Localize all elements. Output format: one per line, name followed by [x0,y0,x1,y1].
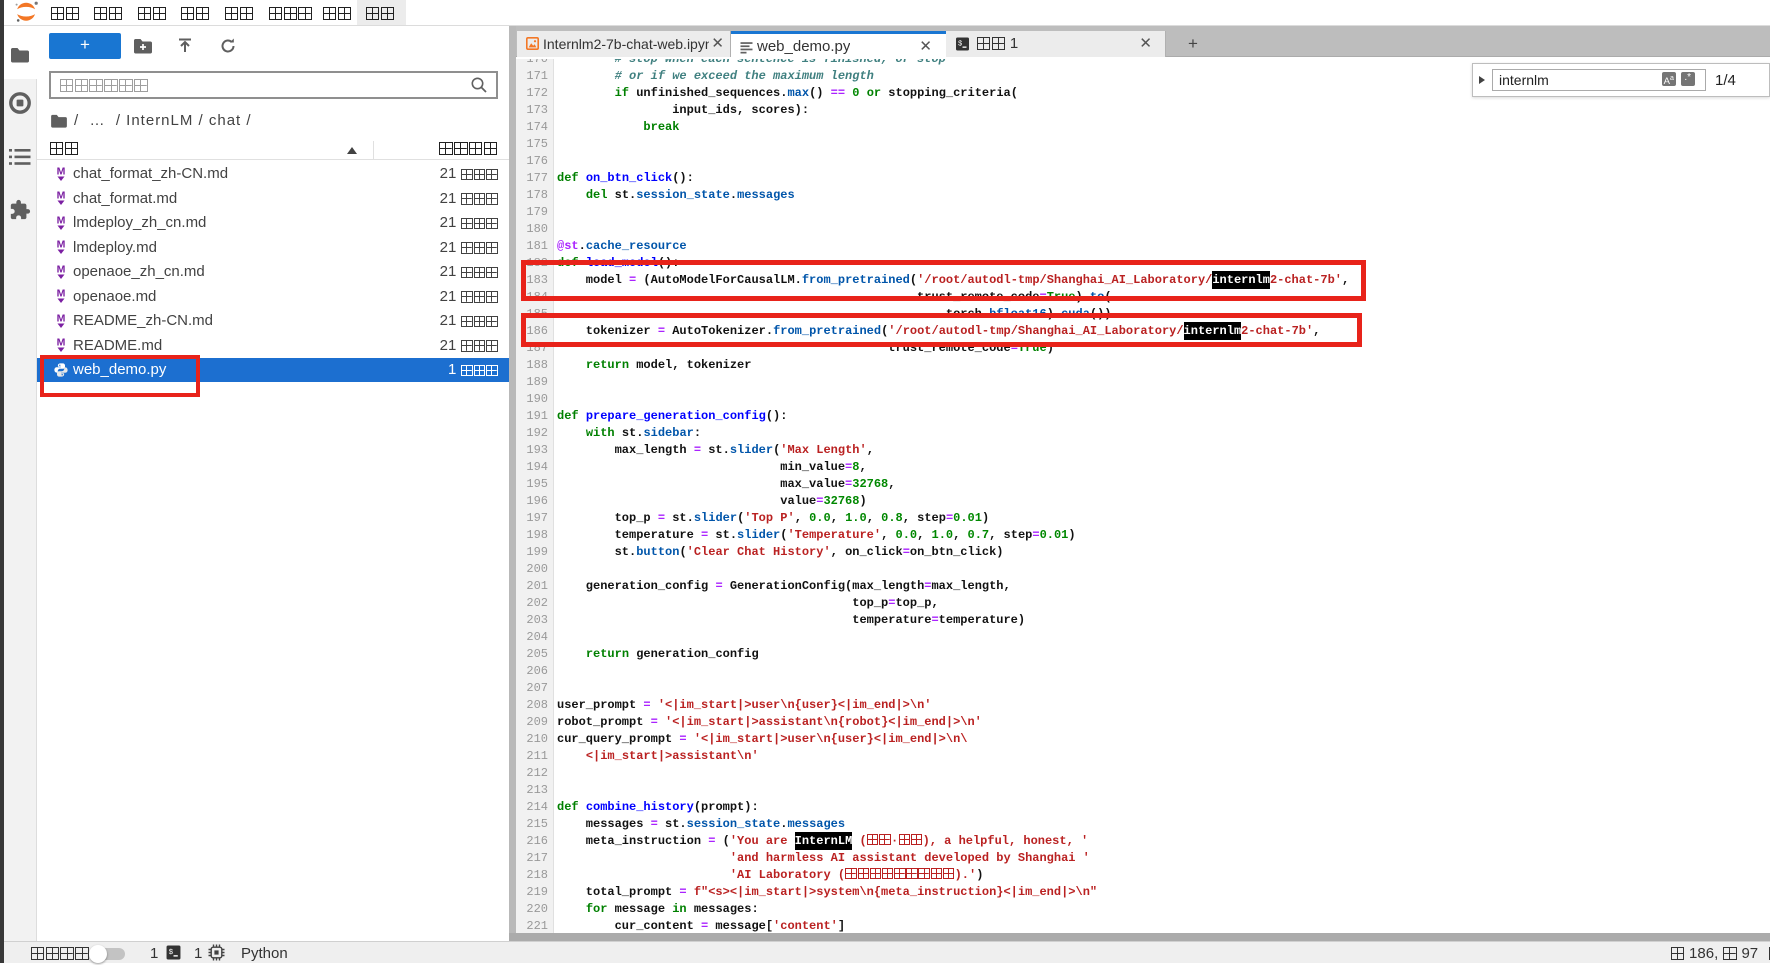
svg-text:M: M [57,337,66,349]
svg-text:M: M [57,313,66,325]
svg-text:$: $ [169,949,174,957]
svg-text:M: M [57,215,66,227]
svg-text:$: $ [958,41,962,49]
svg-text:M: M [57,166,66,178]
svg-text:M: M [57,190,66,202]
svg-text:M: M [57,264,66,276]
svg-text:M: M [57,239,66,251]
svg-text:M: M [57,288,66,300]
